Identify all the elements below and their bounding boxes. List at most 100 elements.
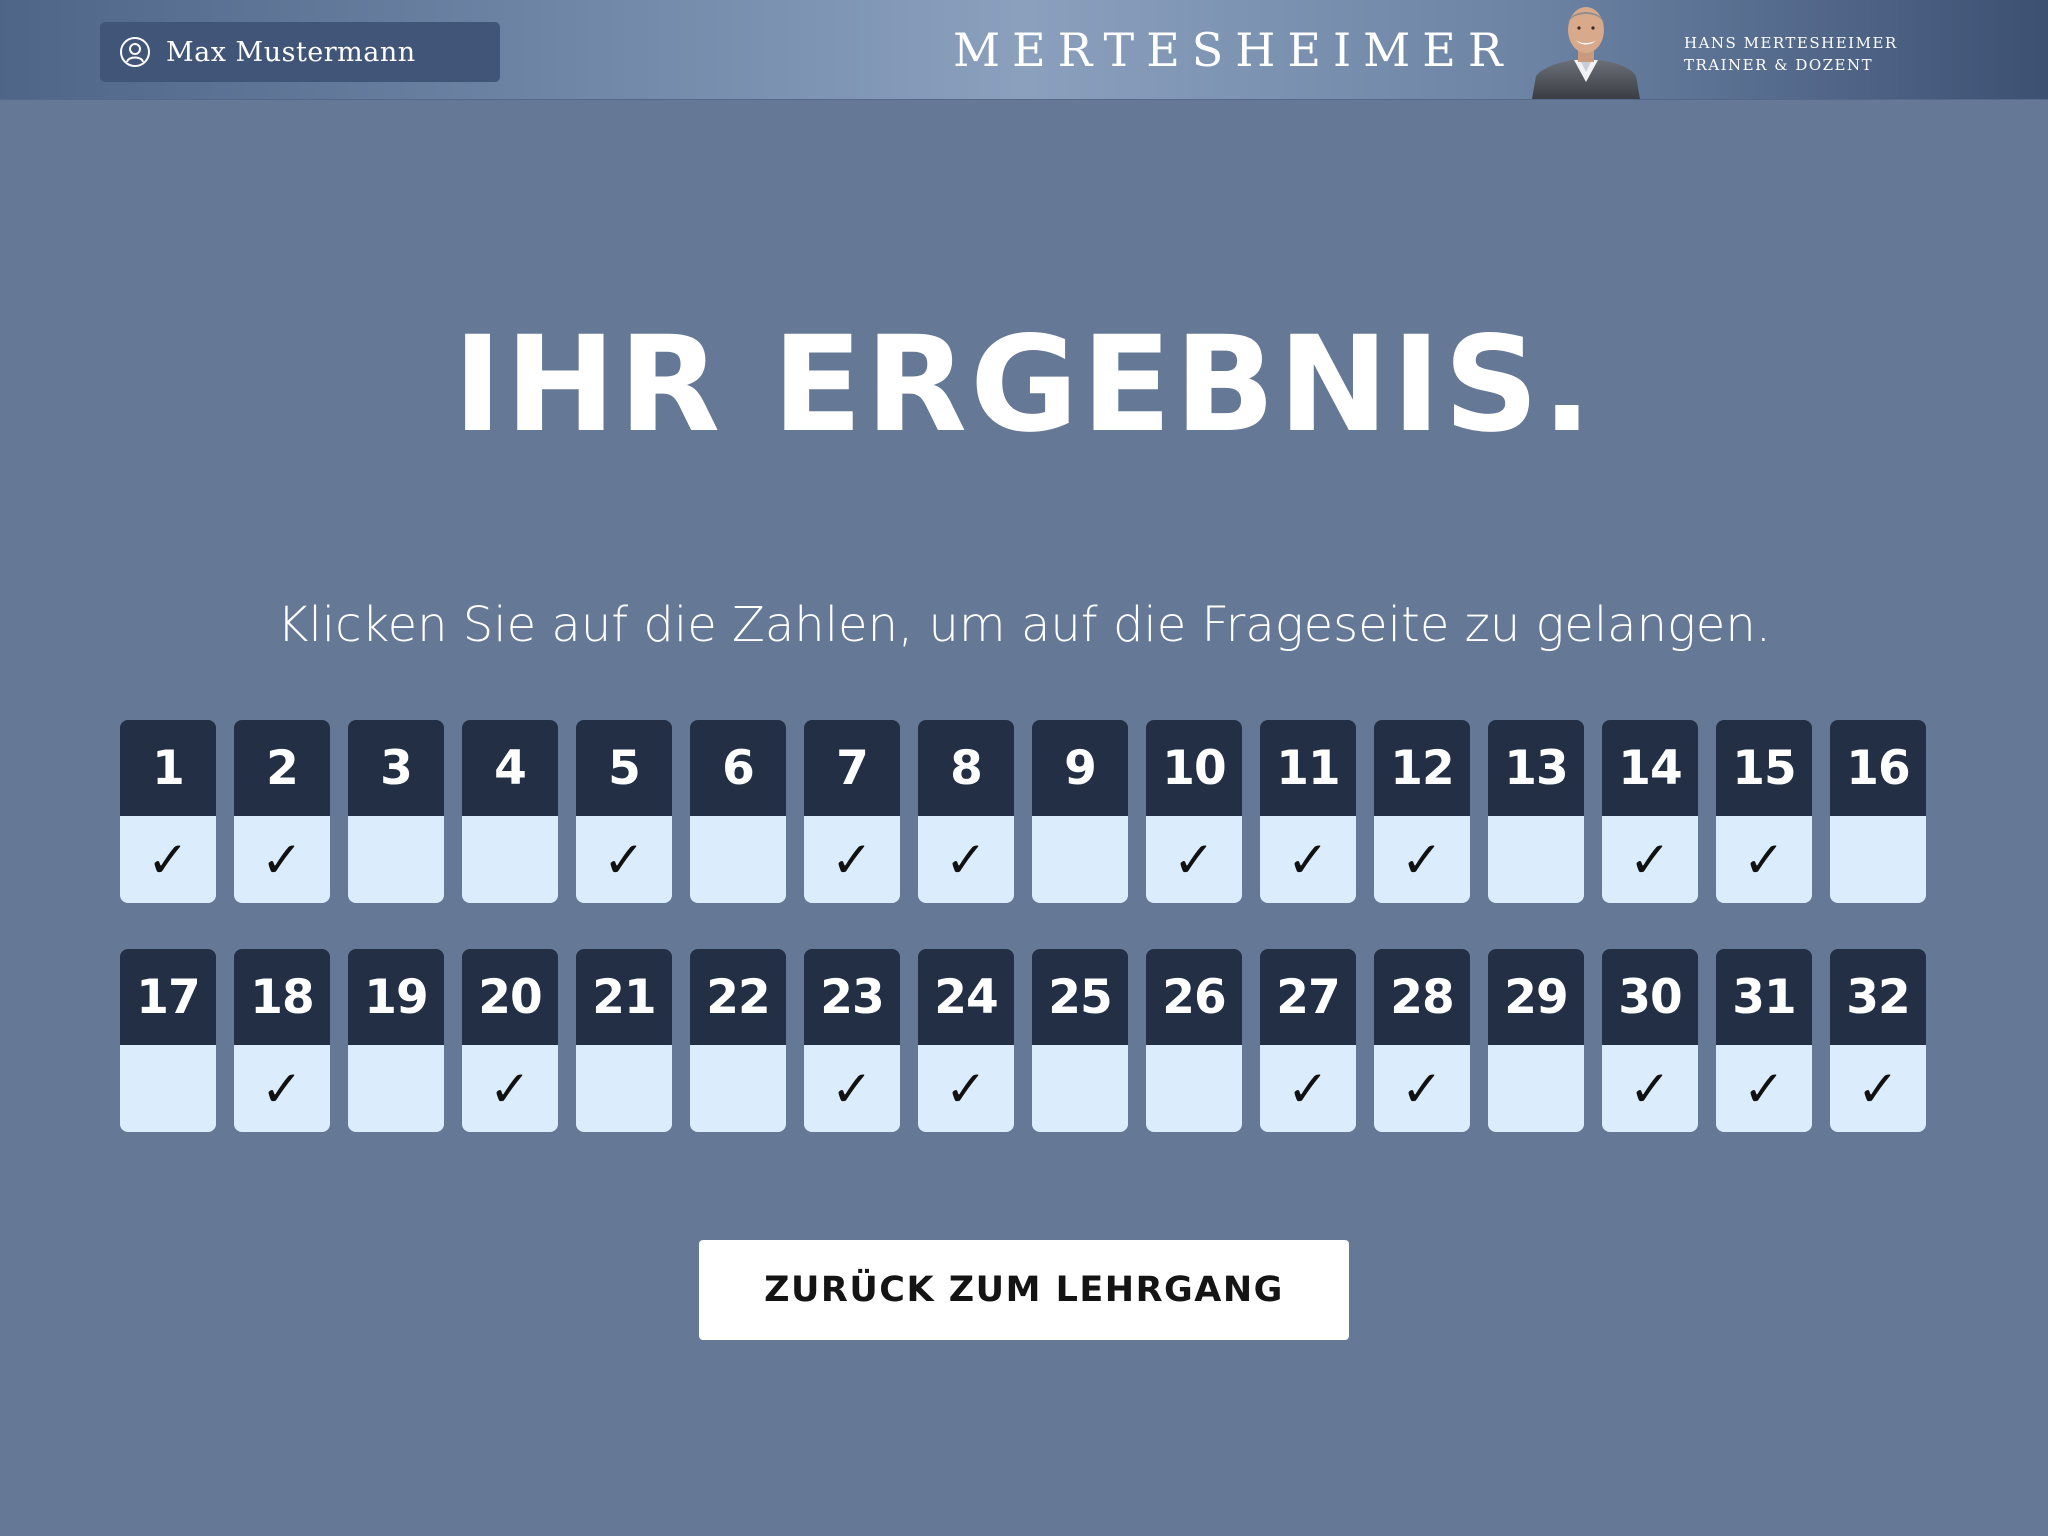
trainer-role: TRAINER & DOZENT	[1684, 56, 1874, 74]
question-status: ✓	[1374, 816, 1470, 903]
question-card[interactable]: 32 ✓	[1830, 949, 1926, 1132]
check-icon: ✓	[1287, 1059, 1329, 1118]
header-bar: Max Mustermann MERTESHEIMER HANS MERTESH…	[0, 0, 2048, 100]
check-icon: ✓	[945, 830, 987, 889]
question-card[interactable]: 13	[1488, 720, 1584, 903]
question-status: ✓	[804, 816, 900, 903]
check-icon: ✓	[261, 830, 303, 889]
brand-logo: MERTESHEIMER	[953, 23, 1515, 77]
question-card[interactable]: 26	[1146, 949, 1242, 1132]
question-number: 6	[690, 720, 786, 816]
question-number: 13	[1488, 720, 1584, 816]
question-number: 24	[918, 949, 1014, 1045]
question-number: 25	[1032, 949, 1128, 1045]
question-status	[1488, 1045, 1584, 1132]
question-card[interactable]: 15 ✓	[1716, 720, 1812, 903]
question-card[interactable]: 2 ✓	[234, 720, 330, 903]
check-icon: ✓	[1401, 1059, 1443, 1118]
question-card[interactable]: 31 ✓	[1716, 949, 1812, 1132]
question-status: ✓	[1146, 816, 1242, 903]
check-icon: ✓	[261, 1059, 303, 1118]
question-card[interactable]: 27 ✓	[1260, 949, 1356, 1132]
question-card[interactable]: 25	[1032, 949, 1128, 1132]
question-status: ✓	[120, 816, 216, 903]
question-status	[1830, 816, 1926, 903]
question-status: ✓	[1602, 1045, 1698, 1132]
question-number: 23	[804, 949, 900, 1045]
page-title: IHR ERGEBNIS.	[453, 308, 1595, 462]
question-number: 27	[1260, 949, 1356, 1045]
question-card[interactable]: 12 ✓	[1374, 720, 1470, 903]
question-card[interactable]: 4	[462, 720, 558, 903]
question-status: ✓	[1260, 816, 1356, 903]
question-card[interactable]: 20 ✓	[462, 949, 558, 1132]
question-number: 12	[1374, 720, 1470, 816]
question-number: 5	[576, 720, 672, 816]
check-icon: ✓	[1743, 1059, 1785, 1118]
question-card[interactable]: 10 ✓	[1146, 720, 1242, 903]
question-status: ✓	[576, 816, 672, 903]
question-status	[348, 1045, 444, 1132]
question-card[interactable]: 5 ✓	[576, 720, 672, 903]
question-card[interactable]: 9	[1032, 720, 1128, 903]
check-icon: ✓	[489, 1059, 531, 1118]
question-card[interactable]: 16	[1830, 720, 1926, 903]
question-card[interactable]: 17	[120, 949, 216, 1132]
user-icon	[118, 35, 152, 69]
question-number: 15	[1716, 720, 1812, 816]
question-status: ✓	[1602, 816, 1698, 903]
question-status: ✓	[1260, 1045, 1356, 1132]
question-status: ✓	[1716, 816, 1812, 903]
question-status	[120, 1045, 216, 1132]
question-number: 14	[1602, 720, 1698, 816]
check-icon: ✓	[945, 1059, 987, 1118]
question-number: 28	[1374, 949, 1470, 1045]
question-card[interactable]: 14 ✓	[1602, 720, 1698, 903]
user-account-button[interactable]: Max Mustermann	[100, 22, 500, 82]
question-card[interactable]: 28 ✓	[1374, 949, 1470, 1132]
question-number: 9	[1032, 720, 1128, 816]
check-icon: ✓	[1629, 1059, 1671, 1118]
question-status: ✓	[234, 1045, 330, 1132]
question-status	[1146, 1045, 1242, 1132]
question-grid: 1 ✓ 2 ✓ 3 4 5 ✓ 6 7 ✓ 8 ✓ 9 10 ✓ 11 ✓ 12 ✓ 13 14 ✓ 15 ✓ 16 17 18 ✓ 19…	[120, 720, 1928, 1132]
question-status	[690, 816, 786, 903]
question-card[interactable]: 1 ✓	[120, 720, 216, 903]
question-card[interactable]: 21	[576, 949, 672, 1132]
question-number: 3	[348, 720, 444, 816]
check-icon: ✓	[1743, 830, 1785, 889]
question-status	[1032, 816, 1128, 903]
question-card[interactable]: 6	[690, 720, 786, 903]
trainer-info: HANS MERTESHEIMER TRAINER & DOZENT	[1684, 32, 1898, 76]
question-status: ✓	[1716, 1045, 1812, 1132]
question-status: ✓	[918, 1045, 1014, 1132]
question-card[interactable]: 23 ✓	[804, 949, 900, 1132]
question-number: 21	[576, 949, 672, 1045]
check-icon: ✓	[831, 830, 873, 889]
question-number: 4	[462, 720, 558, 816]
question-card[interactable]: 8 ✓	[918, 720, 1014, 903]
back-to-course-button[interactable]: ZURÜCK ZUM LEHRGANG	[699, 1240, 1349, 1340]
question-number: 22	[690, 949, 786, 1045]
question-number: 20	[462, 949, 558, 1045]
question-status	[576, 1045, 672, 1132]
question-number: 19	[348, 949, 444, 1045]
question-card[interactable]: 7 ✓	[804, 720, 900, 903]
question-status: ✓	[1374, 1045, 1470, 1132]
question-card[interactable]: 24 ✓	[918, 949, 1014, 1132]
question-card[interactable]: 3	[348, 720, 444, 903]
question-card[interactable]: 22	[690, 949, 786, 1132]
check-icon: ✓	[831, 1059, 873, 1118]
check-icon: ✓	[1173, 830, 1215, 889]
question-card[interactable]: 19	[348, 949, 444, 1132]
question-status	[1032, 1045, 1128, 1132]
question-number: 16	[1830, 720, 1926, 816]
trainer-portrait	[1532, 0, 1640, 99]
question-number: 8	[918, 720, 1014, 816]
question-card[interactable]: 18 ✓	[234, 949, 330, 1132]
question-number: 17	[120, 949, 216, 1045]
question-card[interactable]: 30 ✓	[1602, 949, 1698, 1132]
question-card[interactable]: 11 ✓	[1260, 720, 1356, 903]
question-status: ✓	[462, 1045, 558, 1132]
question-card[interactable]: 29	[1488, 949, 1584, 1132]
